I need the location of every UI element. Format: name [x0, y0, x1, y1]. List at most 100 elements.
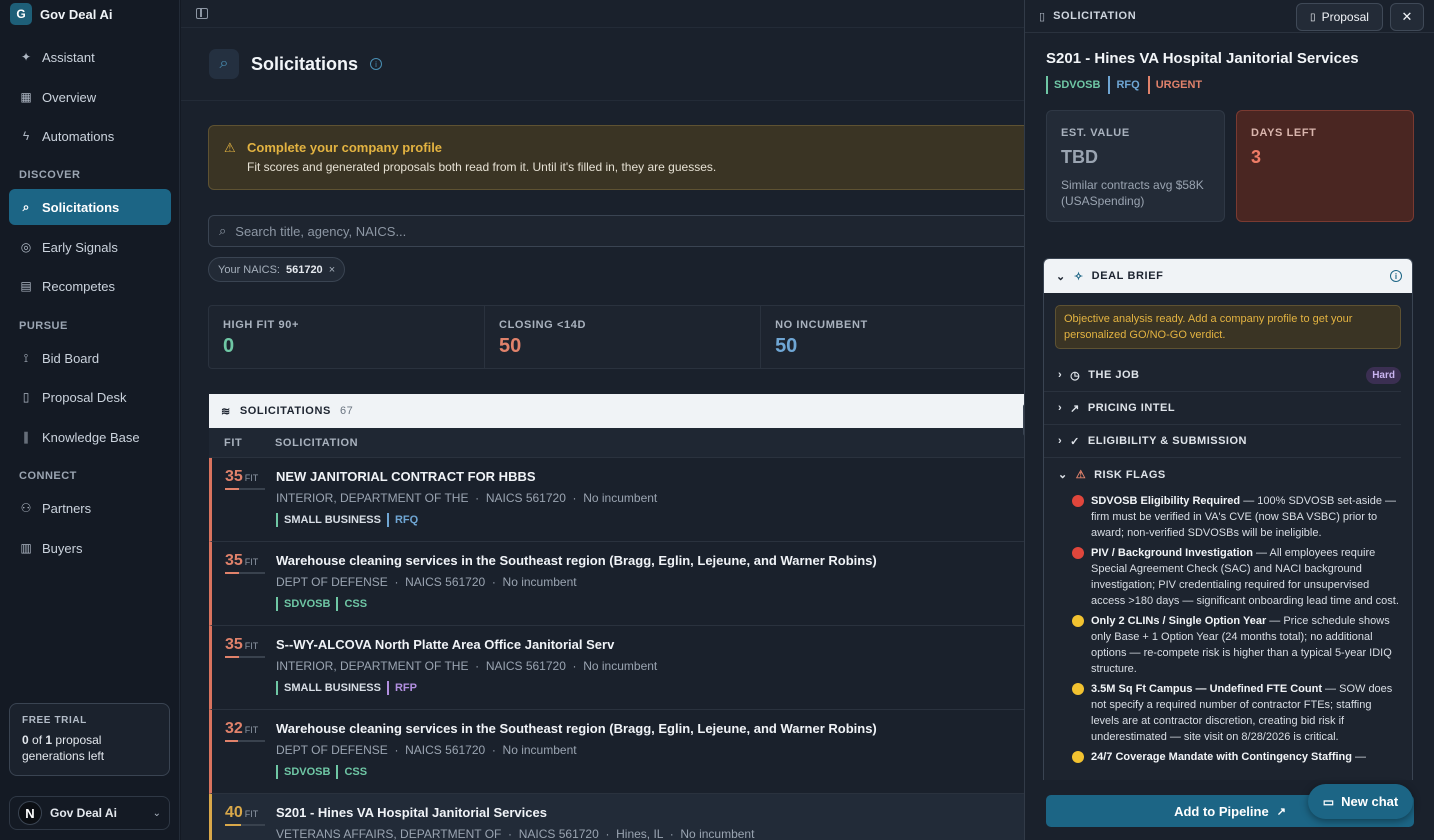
section-label: THE JOB	[1088, 369, 1140, 381]
panel-title: S201 - Hines VA Hospital Janitorial Serv…	[1046, 50, 1359, 67]
free-trial-card: FREE TRIAL 0 of 1 proposal generations l…	[9, 703, 170, 776]
tag: RFP	[386, 681, 417, 695]
col-solicitation[interactable]: SOLICITATION	[275, 437, 358, 449]
table-row[interactable]: 35 FIT S--WY-ALCOVA North Platte Area Off…	[209, 626, 1024, 710]
fit-score: 40 FIT	[225, 804, 259, 821]
banner-text: Fit scores and generated proposals both …	[247, 160, 717, 174]
stat-label: NO INCUMBENT	[775, 319, 868, 331]
stat-no-incumbent[interactable]: NO INCUMBENT 50	[761, 306, 1024, 368]
row-tags: SMALL BUSINESS RFP	[276, 681, 417, 695]
sidebar-item-automations[interactable]: ϟ Automations	[9, 118, 171, 154]
tag-sdvosb: SDVOSB	[1046, 76, 1100, 94]
sidebar-item-label: Bid Board	[42, 350, 100, 366]
row-tags: SDVOSB CSS	[276, 597, 367, 611]
route-icon: ⟟	[23, 350, 29, 365]
col-fit[interactable]: FIT	[209, 437, 275, 449]
tag: SMALL BUSINESS	[276, 513, 381, 527]
check-icon: ✓	[1070, 435, 1080, 448]
card-label: DAYS LEFT	[1251, 127, 1317, 139]
trial-text-b: generations left	[22, 749, 105, 763]
tag: CSS	[336, 765, 367, 779]
sidebar-item-overview[interactable]: ▦ Overview	[9, 79, 171, 115]
table-row-selected[interactable]: 40 FIT S201 - Hines VA Hospital Janitoria…	[209, 794, 1024, 840]
section-risk-flags[interactable]: ⌄ ⚠ RISK FLAGS	[1044, 458, 1401, 491]
row-title[interactable]: Warehouse cleaning services in the South…	[276, 553, 877, 568]
section-discover: DISCOVER	[19, 169, 81, 181]
row-title[interactable]: S--WY-ALCOVA North Platte Area Office Ja…	[276, 637, 614, 652]
page-header: ⌕ Solicitations i	[181, 28, 1024, 101]
panel-label: SOLICITATION	[1053, 10, 1137, 22]
trial-total: 1	[45, 733, 53, 747]
main-content: ⌕ Solicitations i ⚠ Complete your compan…	[181, 0, 1024, 840]
sidebar-item-label: Partners	[42, 500, 92, 516]
table-row[interactable]: 35 FIT NEW JANITORIAL CONTRACT FOR HBBS I…	[209, 458, 1024, 542]
fit-score: 35 FIT	[225, 636, 259, 653]
proposal-button[interactable]: ▯ Proposal	[1296, 3, 1383, 31]
sidebar-item-assistant[interactable]: ✦ Assistant	[9, 39, 171, 75]
stat-high-fit[interactable]: HIGH FIT 90+ 0	[209, 306, 486, 368]
risk-medium-icon	[1072, 615, 1084, 627]
sidebar-toggle-icon[interactable]	[196, 8, 208, 19]
new-chat-label: New chat	[1341, 794, 1399, 809]
sidebar-item-knowledge-base[interactable]: ∥ Knowledge Base	[9, 419, 171, 455]
days-left-card: DAYS LEFT 3	[1236, 110, 1414, 222]
fit-bar	[225, 572, 265, 574]
sidebar-item-partners[interactable]: ⚇ Partners	[9, 490, 171, 526]
sidebar-item-proposal-desk[interactable]: ▯ Proposal Desk	[9, 379, 171, 415]
sidebar-item-early-signals[interactable]: ◎ Early Signals	[9, 229, 171, 265]
table-row[interactable]: 35 FIT Warehouse cleaning services in the…	[209, 542, 1024, 626]
trial-used: 0	[22, 733, 29, 747]
sidebar-item-buyers[interactable]: ▥ Buyers	[9, 530, 171, 566]
brand[interactable]: G Gov Deal Ai	[0, 0, 179, 28]
row-title[interactable]: Warehouse cleaning services in the South…	[276, 721, 877, 736]
card-value: TBD	[1061, 147, 1098, 167]
close-icon: ✕	[1401, 9, 1413, 24]
archive-icon: ▤	[20, 279, 32, 293]
sidebar-item-label: Assistant	[42, 49, 95, 65]
solicitations-header: ≋ SOLICITATIONS 67	[209, 394, 1024, 428]
tag: SDVOSB	[276, 765, 330, 779]
row-title[interactable]: S201 - Hines VA Hospital Janitorial Serv…	[276, 805, 547, 820]
fit-bar	[225, 824, 265, 826]
search-input[interactable]: ⌕ Search title, agency, NAICS...	[208, 215, 1024, 247]
sidebar-item-label: Early Signals	[42, 239, 118, 255]
sidebar-item-recompetes[interactable]: ▤ Recompetes	[9, 268, 171, 304]
section-eligibility[interactable]: › ✓ ELIGIBILITY & SUBMISSION	[1044, 425, 1401, 458]
risk-high-icon	[1072, 547, 1084, 559]
row-tags: SMALL BUSINESS RFQ	[276, 513, 418, 527]
app-logo: G	[10, 3, 32, 25]
section-pricing-intel[interactable]: › ↗ PRICING INTEL	[1044, 392, 1401, 425]
new-chat-button[interactable]: ▭ New chat	[1308, 784, 1413, 819]
row-title[interactable]: NEW JANITORIAL CONTRACT FOR HBBS	[276, 469, 536, 484]
radar-icon: ◎	[20, 240, 32, 254]
info-icon[interactable]: i	[1390, 270, 1402, 282]
sidebar-item-solicitations[interactable]: ⌕ Solicitations	[9, 189, 171, 225]
info-icon[interactable]: i	[370, 58, 383, 70]
user-menu[interactable]: N Gov Deal Ai ⌄	[9, 796, 170, 830]
risk-high-icon	[1072, 495, 1084, 507]
sidebar-item-bid-board[interactable]: ⟟ Bid Board	[9, 340, 171, 376]
row-meta: DEPT OF DEFENSE · NAICS 561720 · No incu…	[276, 743, 577, 757]
section-label: PRICING INTEL	[1087, 402, 1176, 414]
deal-brief: ⌄ ✧ DEAL BRIEF i Objective analysis read…	[1043, 258, 1413, 788]
building-icon: ▥	[20, 541, 32, 555]
bolt-icon: ϟ	[22, 129, 30, 143]
close-button[interactable]: ✕	[1390, 3, 1424, 31]
sidebar-item-label: Recompetes	[42, 278, 115, 294]
deal-brief-title: DEAL BRIEF	[1091, 270, 1164, 282]
section-label: ELIGIBILITY & SUBMISSION	[1087, 435, 1247, 447]
risk-medium-icon	[1072, 683, 1084, 695]
deal-brief-header[interactable]: ⌄ ✧ DEAL BRIEF i	[1044, 259, 1412, 293]
naics-filter-chip[interactable]: Your NAICS: 561720 ×	[208, 257, 346, 282]
close-icon[interactable]: ×	[329, 264, 335, 276]
table-row[interactable]: 32 FIT Warehouse cleaning services in the…	[209, 710, 1024, 794]
profile-warning-banner[interactable]: ⚠ Complete your company profile Fit scor…	[208, 125, 1024, 190]
stat-closing[interactable]: CLOSING <14D 50	[485, 306, 762, 368]
search-icon: ⌕	[219, 223, 227, 238]
section-the-job[interactable]: › ◷ THE JOB Hard	[1044, 359, 1401, 392]
profile-note: Objective analysis ready. Add a company …	[1055, 305, 1401, 349]
tag-rfq: RFQ	[1108, 76, 1140, 94]
list-count: 67	[339, 405, 354, 417]
chip-label: Your NAICS:	[218, 263, 280, 276]
section-connect: CONNECT	[19, 470, 77, 482]
